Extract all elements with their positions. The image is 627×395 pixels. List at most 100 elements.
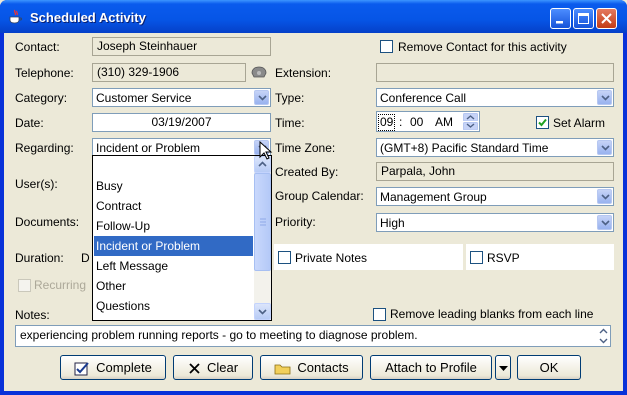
chevron-down-icon — [601, 194, 610, 200]
time-spinner[interactable] — [463, 113, 478, 130]
time-label: Time: — [275, 116, 305, 130]
notes-text: experiencing problem running reports - g… — [20, 328, 418, 342]
title-bar[interactable]: Scheduled Activity — [0, 0, 627, 33]
remove-contact-checkbox[interactable] — [380, 40, 393, 53]
triangle-down-icon — [498, 365, 508, 371]
dropdown-item-blank[interactable] — [94, 156, 253, 176]
priority-dropdown-button[interactable] — [597, 215, 612, 230]
dropdown-item-contract[interactable]: Contract — [94, 196, 253, 216]
contact-label: Contact: — [15, 40, 60, 54]
type-label: Type: — [275, 91, 305, 105]
remove-blanks-checkbox[interactable] — [373, 308, 386, 321]
recurring-checkbox[interactable] — [18, 279, 31, 292]
private-notes-checkbox[interactable] — [278, 251, 291, 264]
dropdown-scrollbar[interactable] — [254, 156, 271, 320]
group-calendar-select[interactable]: Management Group — [376, 187, 614, 206]
time-hour[interactable]: 09 — [378, 114, 396, 131]
spin-down-icon[interactable] — [463, 122, 478, 130]
group-calendar-dropdown-button[interactable] — [597, 189, 612, 204]
dropdown-item-busy[interactable]: Busy — [94, 176, 253, 196]
complete-button[interactable]: Complete — [60, 355, 166, 380]
time-minute[interactable]: 00 — [410, 115, 423, 130]
time-zone-label: Time Zone: — [275, 141, 336, 155]
chevron-down-icon — [258, 95, 267, 101]
contacts-button-label: Contacts — [297, 360, 349, 375]
time-ampm[interactable]: AM — [435, 115, 453, 130]
x-clear-icon — [189, 363, 200, 374]
clear-button-label: Clear — [206, 360, 239, 375]
contacts-button[interactable]: Contacts — [260, 355, 363, 380]
checkbox-complete-icon — [74, 362, 89, 376]
extension-label: Extension: — [275, 66, 332, 80]
created-by-label: Created By: — [275, 165, 339, 179]
group-calendar-label: Group Calendar: — [275, 189, 364, 203]
priority-value: High — [380, 216, 405, 230]
notes-textarea[interactable]: experiencing problem running reports - g… — [15, 325, 611, 347]
spin-up-icon[interactable] — [463, 113, 478, 121]
regarding-dropdown-list[interactable]: Busy Contract Follow-Up Incident or Prob… — [92, 155, 272, 321]
regarding-value: Incident or Problem — [96, 141, 201, 155]
dialog-body: Contact: Joseph Steinhauer Remove Contac… — [4, 33, 623, 391]
maximize-button[interactable] — [573, 8, 594, 29]
date-field[interactable]: 03/19/2007 — [92, 113, 271, 132]
notes-scrollbar[interactable] — [597, 326, 610, 346]
rsvp-checkbox[interactable] — [470, 251, 483, 264]
type-dropdown-button[interactable] — [597, 90, 612, 105]
type-select[interactable]: Conference Call — [376, 88, 614, 107]
scroll-down-button[interactable] — [254, 303, 271, 320]
time-zone-value: (GMT+8) Pacific Standard Time — [380, 141, 549, 155]
category-select[interactable]: Customer Service — [92, 88, 271, 107]
duration-value: D — [81, 251, 90, 265]
attach-options-button[interactable] — [495, 355, 511, 380]
clear-button[interactable]: Clear — [173, 355, 253, 380]
set-alarm-label: Set Alarm — [553, 116, 606, 130]
attach-to-profile-button[interactable]: Attach to Profile — [370, 355, 492, 380]
ok-button-label: OK — [539, 360, 559, 375]
documents-label: Documents: — [15, 215, 80, 229]
private-notes-label: Private Notes — [295, 251, 368, 265]
java-cup-icon — [9, 9, 22, 24]
scroll-down-icon[interactable] — [597, 336, 610, 346]
category-value: Customer Service — [96, 91, 192, 105]
priority-select[interactable]: High — [376, 213, 614, 232]
category-dropdown-button[interactable] — [254, 90, 269, 105]
group-calendar-value: Management Group — [380, 190, 487, 204]
date-label: Date: — [15, 116, 44, 130]
ok-button[interactable]: OK — [517, 355, 581, 380]
close-button[interactable] — [596, 8, 617, 29]
chevron-down-icon — [601, 220, 610, 226]
scroll-up-icon[interactable] — [597, 326, 610, 336]
minimize-icon — [556, 21, 563, 24]
set-alarm-checkbox[interactable] — [536, 116, 549, 129]
dropdown-item-follow-up[interactable]: Follow-Up — [94, 216, 253, 236]
chevron-down-icon — [601, 145, 610, 151]
notes-label: Notes: — [15, 308, 50, 322]
time-zone-select[interactable]: (GMT+8) Pacific Standard Time — [376, 138, 614, 157]
priority-label: Priority: — [275, 215, 316, 229]
remove-blanks-label: Remove leading blanks from each line — [390, 307, 594, 321]
complete-button-label: Complete — [96, 360, 152, 375]
telephone-field: (310) 329-1906 — [92, 63, 246, 82]
window-title: Scheduled Activity — [30, 10, 146, 25]
minimize-button[interactable] — [550, 8, 571, 29]
extension-field[interactable] — [376, 63, 614, 82]
type-value: Conference Call — [380, 91, 467, 105]
dropdown-item-questions[interactable]: Questions — [94, 296, 253, 316]
dropdown-item-left-message[interactable]: Left Message — [94, 256, 253, 276]
recurring-label: Recurring — [34, 278, 87, 292]
regarding-label: Regarding: — [15, 141, 74, 155]
mouse-pointer-icon — [259, 141, 273, 160]
scroll-thumb[interactable] — [254, 173, 271, 271]
folder-icon — [274, 364, 291, 375]
attach-button-label: Attach to Profile — [385, 360, 477, 375]
created-by-field: Parpala, John — [376, 162, 614, 181]
time-field[interactable]: 09 : 00 AM — [376, 111, 480, 132]
dropdown-item-incident-or-problem[interactable]: Incident or Problem — [94, 236, 253, 256]
dropdown-item-other[interactable]: Other — [94, 276, 253, 296]
maximize-icon — [578, 13, 589, 24]
time-zone-dropdown-button[interactable] — [597, 140, 612, 155]
remove-contact-label: Remove Contact for this activity — [398, 40, 567, 54]
contact-field: Joseph Steinhauer — [92, 37, 271, 56]
phone-dial-icon[interactable] — [250, 65, 268, 80]
duration-label: Duration: — [15, 251, 64, 265]
